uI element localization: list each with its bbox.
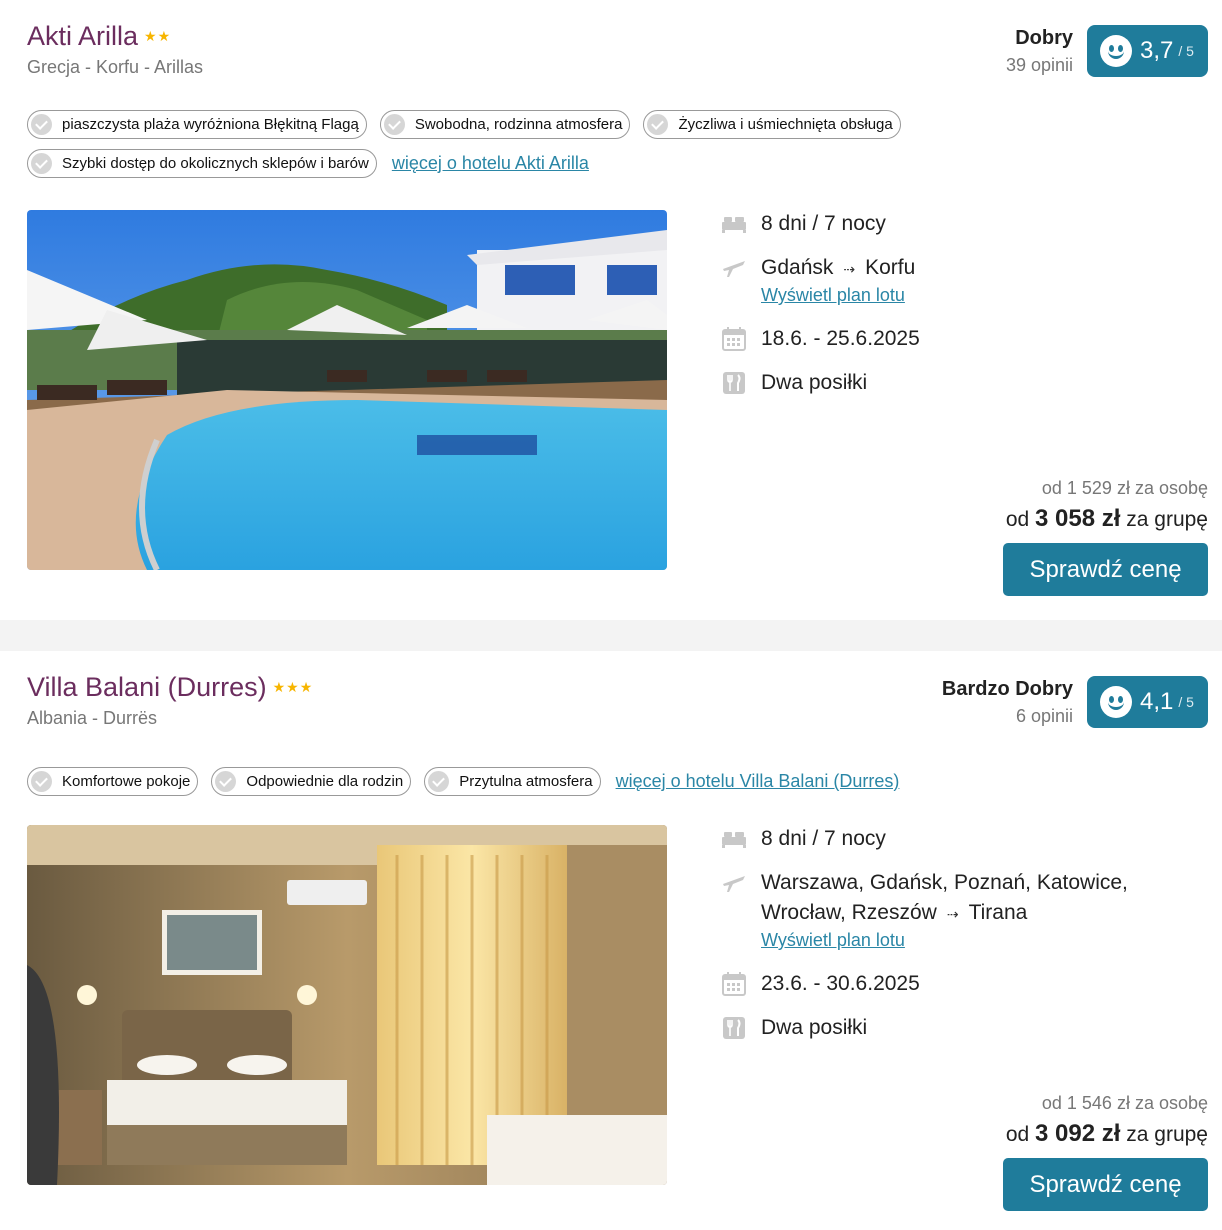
feature-tag: Życzliwa i uśmiechnięta obsługa: [643, 110, 901, 139]
smiley-icon: [1100, 686, 1132, 718]
check-icon: [428, 771, 450, 792]
price-group-amount: 3 058 zł: [1035, 505, 1121, 532]
hotel-name[interactable]: Villa Balani (Durres): [27, 671, 267, 703]
feature-tag: piaszczysta plaża wyróżniona Błękitną Fl…: [27, 110, 367, 139]
rating-label: Dobry: [1015, 27, 1073, 49]
check-icon: [383, 114, 405, 135]
check-icon: [647, 114, 669, 135]
board-row: Dwa posiłki: [720, 1013, 1190, 1043]
feature-tag: Komfortowe pokoje: [27, 767, 199, 796]
dates-text: 18.6. - 25.6.2025: [761, 327, 920, 350]
price-group: od 3 092 zł za grupę: [1005, 1120, 1208, 1147]
cutlery-icon: [720, 1013, 748, 1043]
hotel-photo[interactable]: [27, 210, 667, 570]
feature-tag: Szybki dostęp do okolicznych sklepów i b…: [27, 149, 377, 178]
feature-tags: Komfortowe pokoje Odpowiednie dla rodzin…: [27, 767, 1022, 796]
rating-max: / 5: [1178, 43, 1194, 59]
check-icon: [215, 771, 237, 792]
dates-row: 18.6. - 25.6.2025: [720, 324, 1190, 354]
feature-tags: piaszczysta plaża wyróżniona Błękitną Fl…: [27, 110, 952, 178]
hotel-title-row: Villa Balani (Durres) ★★★: [27, 671, 313, 703]
hotel-more-link[interactable]: więcej o hotelu Villa Balani (Durres): [616, 771, 900, 792]
feature-tag: Odpowiednie dla rodzin: [211, 767, 412, 796]
hotel-title-row: Akti Arilla ★★: [27, 20, 171, 52]
price-per-person: od 1 546 zł za osobę: [1041, 1093, 1208, 1113]
plane-icon: [720, 868, 748, 898]
route-arrow-icon: ⇢: [946, 906, 959, 922]
rating-label: Bardzo Dobry: [941, 678, 1073, 700]
review-count[interactable]: 39 opinii: [1006, 55, 1073, 76]
duration-row: 8 dni / 7 nocy: [720, 824, 1190, 854]
review-count[interactable]: 6 opinii: [1016, 706, 1073, 727]
board-text: Dwa posiłki: [761, 371, 868, 394]
flight-plan-link[interactable]: Wyświetl plan lotu: [761, 284, 1190, 306]
plane-icon: [720, 253, 748, 283]
flight-plan-link[interactable]: Wyświetl plan lotu: [761, 929, 1190, 951]
rating-score: 4,1: [1140, 688, 1174, 715]
smiley-icon: [1100, 35, 1132, 67]
board-row: Dwa posiłki: [720, 368, 1190, 398]
hotel-location: Albania - Durrës: [27, 708, 158, 728]
dates-row: 23.6. - 30.6.2025: [720, 969, 1190, 999]
rating-max: / 5: [1178, 694, 1194, 710]
rating-badge[interactable]: 4,1 / 5: [1087, 676, 1208, 728]
cutlery-icon: [720, 368, 748, 398]
check-icon: [31, 771, 52, 792]
rating-score: 3,7: [1140, 37, 1174, 64]
hotel-stars: ★★★: [272, 678, 314, 695]
calendar-icon: [720, 324, 748, 354]
price-per-person: od 1 529 zł za osobę: [1041, 478, 1208, 498]
bed-icon: [720, 209, 748, 239]
hotel-stars: ★★: [144, 27, 172, 44]
destination-city: Tirana: [968, 901, 1028, 924]
offer-details: 8 dni / 7 nocy Gdańsk ⇢ Korfu Wyświetl pla…: [720, 209, 1190, 398]
route-arrow-icon: ⇢: [843, 261, 856, 277]
price-group: od 3 058 zł za grupę: [1005, 505, 1208, 532]
check-icon: [31, 114, 52, 135]
hotel-photo[interactable]: [27, 825, 667, 1185]
departure-cities: Warszawa, Gdańsk, Poznań, Katowice,: [761, 871, 1128, 894]
offer-card: Akti Arilla ★★ Grecja - Korfu - Arillas …: [0, 0, 1222, 620]
duration-row: 8 dni / 7 nocy: [720, 209, 1190, 239]
dates-text: 23.6. - 30.6.2025: [761, 972, 920, 995]
hotel-location: Grecja - Korfu - Arillas: [27, 57, 204, 77]
hotel-name[interactable]: Akti Arilla: [27, 20, 138, 52]
check-icon: [31, 153, 52, 174]
price-group-amount: 3 092 zł: [1035, 1120, 1121, 1147]
destination-city: Korfu: [865, 256, 916, 279]
board-text: Dwa posiłki: [761, 1016, 868, 1039]
rating-badge[interactable]: 3,7 / 5: [1087, 25, 1208, 77]
flight-row: Warszawa, Gdańsk, Poznań, Katowice, Wroc…: [720, 868, 1190, 929]
offer-details: 8 dni / 7 nocy Warszawa, Gdańsk, Poznań,…: [720, 824, 1190, 1043]
offer-card: Villa Balani (Durres) ★★★ Albania - Durr…: [0, 651, 1222, 1230]
calendar-icon: [720, 969, 748, 999]
flight-row: Gdańsk ⇢ Korfu: [720, 253, 1190, 284]
check-price-button[interactable]: Sprawdź cenę: [1003, 543, 1208, 596]
bed-icon: [720, 824, 748, 854]
hotel-more-link[interactable]: więcej o hotelu Akti Arilla: [392, 153, 589, 174]
duration-text: 8 dni / 7 nocy: [761, 212, 886, 235]
feature-tag: Przytulna atmosfera: [424, 767, 601, 796]
duration-text: 8 dni / 7 nocy: [761, 827, 886, 850]
departure-cities: Wrocław, Rzeszów: [761, 901, 937, 924]
departure-city: Gdańsk: [761, 256, 834, 279]
feature-tag: Swobodna, rodzinna atmosfera: [379, 110, 631, 139]
check-price-button[interactable]: Sprawdź cenę: [1003, 1158, 1208, 1211]
